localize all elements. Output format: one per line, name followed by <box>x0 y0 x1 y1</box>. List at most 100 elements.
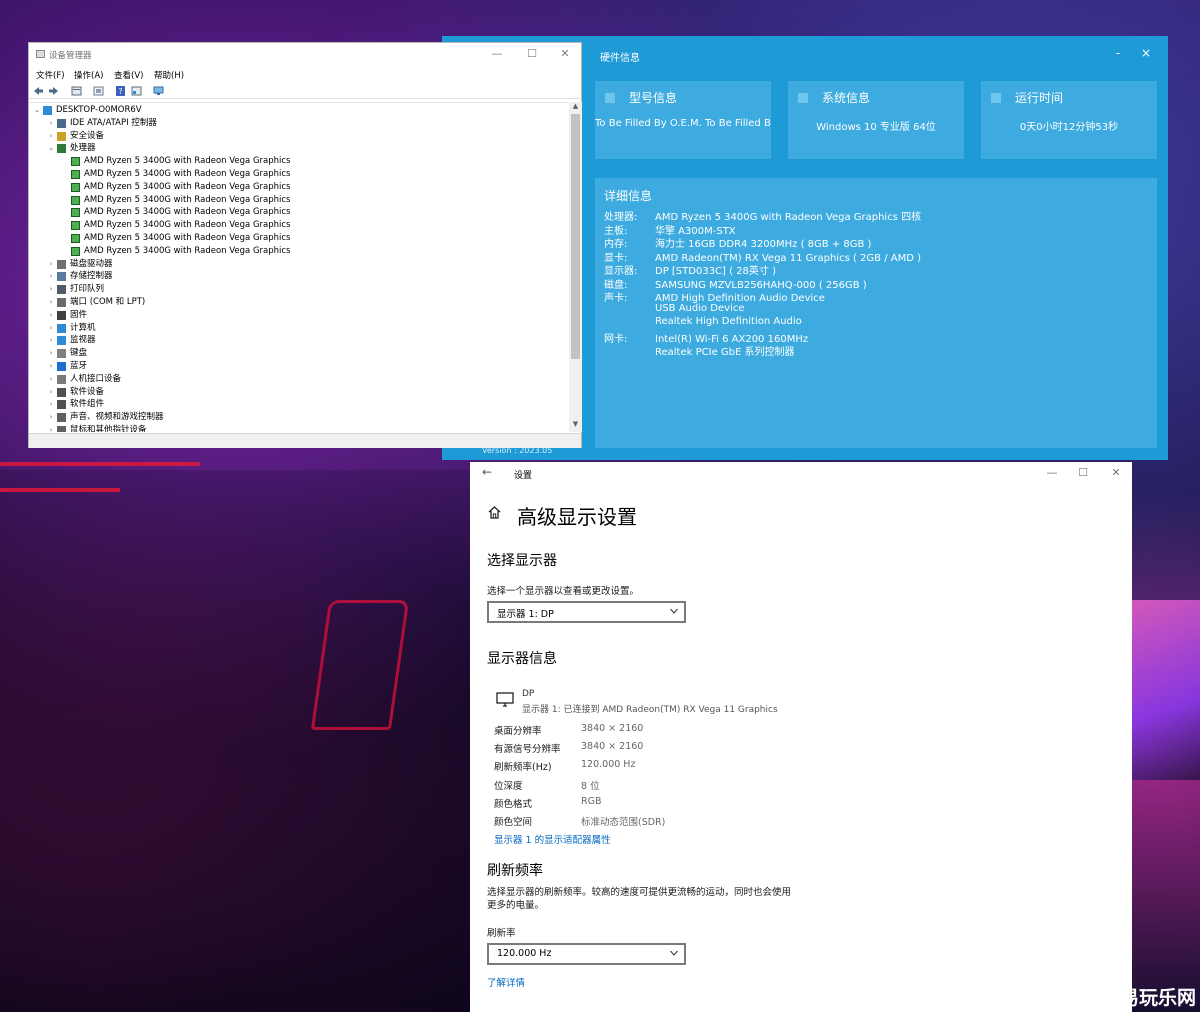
minimize-button[interactable]: — <box>487 47 507 60</box>
card-title: 系统信息 <box>822 91 871 105</box>
menu-action[interactable]: 操作(A) <box>74 69 103 81</box>
device-manager-titlebar[interactable]: 设备管理器 — ☐ ✕ <box>29 43 581 67</box>
wallpaper-red-stripe <box>0 488 120 492</box>
device-tree[interactable]: ⌄ DESKTOP-O0MOR6V › IDE ATA/ATAPI 控制器 › 安全设备 ⌄… <box>29 102 568 432</box>
maximize-button[interactable]: ☐ <box>522 47 542 60</box>
device-category-icon <box>57 374 66 384</box>
refresh-rate-heading: 刷新频率 <box>487 863 543 879</box>
display-info-heading: 显示器信息 <box>487 651 557 667</box>
device-category-icon <box>57 285 66 295</box>
menu-help[interactable]: 帮助(H) <box>154 69 184 81</box>
help-icon[interactable]: ? <box>115 86 126 96</box>
scrollbar-thumb[interactable] <box>571 114 580 359</box>
menu-file[interactable]: 文件(F) <box>36 69 65 81</box>
home-icon[interactable] <box>487 505 502 520</box>
update-driver-icon[interactable] <box>93 86 104 96</box>
processor-icon <box>71 157 80 167</box>
chevron-down-icon[interactable]: ⌄ <box>47 142 55 155</box>
chevron-right-icon[interactable]: › <box>47 373 55 386</box>
tree-node-label: 磁盘驱动器 <box>70 258 113 269</box>
close-button[interactable]: ✕ <box>1106 466 1126 479</box>
properties-icon[interactable] <box>71 86 82 96</box>
chevron-right-icon[interactable]: › <box>47 411 55 424</box>
tree-node-label: 存储控制器 <box>70 271 113 282</box>
tree-node-label: 固件 <box>70 309 88 320</box>
detail-row: Realtek High Definition Audio <box>604 316 802 327</box>
device-category-icon <box>57 131 66 141</box>
chevron-right-icon[interactable]: › <box>47 424 55 432</box>
tree-node-label: AMD Ryzen 5 3400G with Radeon Vega Graph… <box>84 207 291 218</box>
tree-node-label: 软件设备 <box>70 386 105 397</box>
hardware-info-title: 硬件信息 <box>600 53 640 64</box>
tree-node-label: AMD Ryzen 5 3400G with Radeon Vega Graph… <box>84 169 291 179</box>
chevron-right-icon[interactable]: › <box>47 347 55 360</box>
chevron-down-icon <box>670 950 678 956</box>
scroll-up-icon[interactable]: ▲ <box>569 102 582 110</box>
maximize-button[interactable]: ☐ <box>1073 466 1093 479</box>
processor-icon <box>71 246 80 256</box>
detail-value: Realtek PCIe GbE 系列控制器 <box>655 347 795 358</box>
device-category-icon <box>57 400 66 410</box>
minimize-button[interactable]: - <box>1108 46 1128 60</box>
device-category-icon <box>57 349 66 359</box>
menu-view[interactable]: 查看(V) <box>114 69 143 81</box>
tree-node-label: 声音、视频和游戏控制器 <box>70 412 164 423</box>
view-icon[interactable] <box>131 86 142 96</box>
monitor-name: DP <box>522 689 535 699</box>
chevron-right-icon[interactable]: › <box>47 360 55 373</box>
processor-icon <box>71 221 80 231</box>
scroll-down-icon[interactable]: ▼ <box>569 420 582 428</box>
refresh-rate-dropdown[interactable]: 120.000 Hz <box>487 943 686 965</box>
chevron-right-icon[interactable]: › <box>47 398 55 411</box>
hardware-info-titlebar[interactable]: 硬件信息 - × <box>590 42 1168 70</box>
chevron-right-icon[interactable]: › <box>47 117 55 130</box>
device-category-icon <box>57 362 66 371</box>
chevron-right-icon[interactable]: › <box>47 296 55 309</box>
chevron-down-icon[interactable]: ⌄ <box>33 104 41 117</box>
device-manager-title: 设备管理器 <box>49 51 92 61</box>
device-category-icon <box>57 310 66 320</box>
model-info-icon <box>605 93 615 103</box>
svg-text:?: ? <box>118 87 122 96</box>
minimize-button[interactable]: — <box>1042 466 1062 479</box>
adapter-properties-link[interactable]: 显示器 1 的显示适配器属性 <box>494 832 611 846</box>
detail-value: Realtek High Definition Audio <box>655 316 802 327</box>
display-select-dropdown[interactable]: 显示器 1: DP <box>487 601 686 623</box>
toolbar: ? <box>29 83 581 99</box>
chevron-right-icon[interactable]: › <box>47 309 55 322</box>
settings-titlebar[interactable]: ← 设置 — ☐ ✕ <box>470 462 1132 486</box>
device-category-icon <box>57 387 66 397</box>
device-category-icon <box>57 272 66 282</box>
detail-row: USB Audio Device <box>604 303 745 314</box>
forward-arrow-icon[interactable] <box>48 86 59 96</box>
chevron-right-icon[interactable]: › <box>47 130 55 143</box>
tree-node-label: 监视器 <box>70 335 96 346</box>
close-button[interactable]: × <box>1136 46 1156 60</box>
tree-node-label: AMD Ryzen 5 3400G with Radeon Vega Graph… <box>84 194 291 205</box>
wallpaper-rog-art <box>1130 600 1200 780</box>
card-title: 型号信息 <box>629 91 678 105</box>
info-value: 120.000 Hz <box>581 759 636 771</box>
tree-node-label: 计算机 <box>70 322 96 333</box>
card-title: 运行时间 <box>1015 91 1064 105</box>
chevron-right-icon[interactable]: › <box>47 283 55 296</box>
tree-scrollbar[interactable]: ▲ ▼ <box>569 102 582 432</box>
back-arrow-icon[interactable] <box>33 86 44 96</box>
learn-more-link[interactable]: 了解详情 <box>487 975 525 989</box>
info-value: RGB <box>581 795 602 807</box>
back-button[interactable]: ← <box>482 465 492 479</box>
chevron-right-icon[interactable]: › <box>47 334 55 347</box>
detail-info-panel: 详细信息 处理器: AMD Ryzen 5 3400G with Radeon V… <box>595 178 1157 448</box>
scan-hardware-icon[interactable] <box>153 86 164 96</box>
info-value: 8 位 <box>581 780 600 792</box>
monitor-connection: 显示器 1: 已连接到 AMD Radeon(TM) RX Vega 11 Gr… <box>522 705 778 715</box>
close-button[interactable]: ✕ <box>555 47 575 60</box>
chevron-right-icon[interactable]: › <box>47 386 55 399</box>
chevron-right-icon[interactable]: › <box>47 270 55 283</box>
tree-node-label: IDE ATA/ATAPI 控制器 <box>70 117 157 128</box>
chevron-down-icon <box>670 608 678 614</box>
chevron-right-icon[interactable]: › <box>47 258 55 271</box>
tree-node-label: 人机接口设备 <box>70 373 122 384</box>
tree-node-label: AMD Ryzen 5 3400G with Radeon Vega Graph… <box>84 156 291 167</box>
chevron-right-icon[interactable]: › <box>47 322 55 335</box>
